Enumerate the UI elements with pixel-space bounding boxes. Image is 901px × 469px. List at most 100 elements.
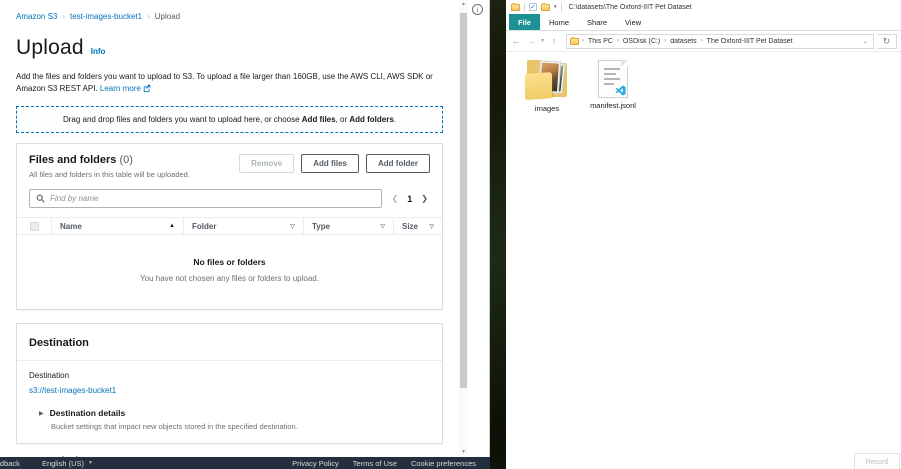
tab-home[interactable]: Home xyxy=(540,14,578,30)
sort-icon[interactable]: ▽ xyxy=(380,223,385,230)
chevron-icon: › xyxy=(701,38,703,44)
up-icon[interactable]: ↑ xyxy=(548,36,560,46)
page-prev-icon[interactable]: ❮ xyxy=(392,194,399,203)
scrollbar-thumb[interactable] xyxy=(460,13,467,388)
tab-view[interactable]: View xyxy=(616,14,650,30)
vscode-icon xyxy=(615,83,626,94)
chevron-icon: › xyxy=(664,38,666,44)
back-icon[interactable]: ← xyxy=(510,36,522,46)
info-icon[interactable]: i xyxy=(472,4,483,15)
expand-triangle-icon: ▶ xyxy=(39,410,44,417)
search-icon xyxy=(36,190,45,208)
chevron-icon: › xyxy=(582,38,584,44)
sort-icon[interactable]: ▽ xyxy=(429,223,434,230)
destination-panel-title: Destination xyxy=(29,337,89,349)
explorer-app-icon xyxy=(511,4,520,11)
learn-more-link[interactable]: Learn more xyxy=(100,84,141,93)
empty-state-title: No files or folders xyxy=(17,257,442,267)
language-selector[interactable]: English (US) ▼ xyxy=(42,459,93,468)
column-header-type[interactable]: Type ▽ xyxy=(303,218,393,234)
browser-scrollbar[interactable]: ▲ ▼ xyxy=(459,0,468,457)
file-item-manifest[interactable]: manifest.jsonl xyxy=(584,58,642,469)
history-caret-icon[interactable]: ▼ xyxy=(540,38,545,44)
table-header: Name ▲ Folder ▽ Type ▽ Size ▽ xyxy=(17,217,442,235)
folder-item-label: images xyxy=(535,104,559,113)
page-next-icon[interactable]: ❯ xyxy=(421,194,428,203)
browser-window-s3: Amazon S3 › test-images-bucket1 › Upload… xyxy=(0,0,490,469)
empty-state: No files or folders You have not chosen … xyxy=(17,235,442,309)
dropzone-text: , or xyxy=(336,115,350,124)
sort-icon[interactable]: ▽ xyxy=(290,223,295,230)
scroll-down-icon[interactable]: ▼ xyxy=(459,448,468,457)
breadcrumb-current: Upload xyxy=(155,12,180,21)
address-segment-osdisk[interactable]: OSDisk (C:) xyxy=(623,38,660,45)
scroll-up-icon[interactable]: ▲ xyxy=(459,0,468,9)
folder-icon xyxy=(525,61,569,101)
select-all-checkbox[interactable] xyxy=(30,222,39,231)
sort-ascending-icon[interactable]: ▲ xyxy=(169,223,175,229)
address-segment-current[interactable]: The Oxford-IIIT Pet Dataset xyxy=(707,38,793,45)
destination-details-toggle[interactable]: ▶ Destination details xyxy=(39,408,430,418)
divider xyxy=(561,3,562,12)
record-button[interactable]: Record xyxy=(854,453,900,469)
jsonl-file-icon xyxy=(598,60,628,98)
add-folder-button[interactable]: Add folder xyxy=(366,154,430,173)
privacy-policy-link[interactable]: Privacy Policy xyxy=(292,459,339,468)
file-explorer-window: ✓ ▾ C:\datasets\The Oxford-IIIT Pet Data… xyxy=(506,0,901,469)
window-title: C:\datasets\The Oxford-IIIT Pet Dataset xyxy=(569,4,692,11)
files-count: (0) xyxy=(119,154,132,166)
folder-item-images[interactable]: images xyxy=(518,58,576,469)
aws-console-footer: Feedback English (US) ▼ Privacy Policy T… xyxy=(0,457,490,469)
column-header-size[interactable]: Size ▽ xyxy=(393,218,442,234)
dropzone-add-folders: Add folders xyxy=(349,115,393,124)
refresh-icon[interactable]: ↻ xyxy=(877,34,897,49)
page-number[interactable]: 1 xyxy=(407,194,412,204)
forward-icon[interactable]: → xyxy=(525,36,537,46)
address-segment-this-pc[interactable]: This PC xyxy=(588,38,613,45)
drag-drop-zone[interactable]: Drag and drop files and folders you want… xyxy=(16,106,443,133)
tab-share[interactable]: Share xyxy=(578,14,616,30)
cookie-preferences-link[interactable]: Cookie preferences xyxy=(411,459,476,468)
column-header-folder[interactable]: Folder ▽ xyxy=(183,218,303,234)
destination-details-expander: ▶ Destination details Bucket settings th… xyxy=(29,408,430,431)
file-item-label: manifest.jsonl xyxy=(590,101,636,110)
external-link-icon xyxy=(143,84,151,96)
breadcrumb-bucket[interactable]: test-images-bucket1 xyxy=(70,12,142,21)
ribbon-tabs: File Home Share View xyxy=(506,14,901,31)
destination-bucket-link[interactable]: s3://test-images-bucket1 xyxy=(29,386,430,395)
address-dropdown-icon[interactable]: ⌄ xyxy=(861,38,870,45)
address-bar[interactable]: › This PC › OSDisk (C:) › datasets › The… xyxy=(566,34,874,49)
breadcrumb-amazon-s3[interactable]: Amazon S3 xyxy=(16,12,57,21)
page-description: Add the files and folders you want to up… xyxy=(16,71,440,95)
breadcrumb: Amazon S3 › test-images-bucket1 › Upload xyxy=(16,12,458,21)
add-files-button[interactable]: Add files xyxy=(301,154,359,173)
breadcrumb-separator-icon: › xyxy=(147,12,150,21)
quick-access-caret-icon[interactable]: ▾ xyxy=(554,4,557,10)
info-link[interactable]: Info xyxy=(91,47,106,56)
pagination: ❮ 1 ❯ xyxy=(392,194,430,204)
column-header-name[interactable]: Name ▲ xyxy=(51,218,183,234)
divider xyxy=(524,3,525,12)
search-box[interactable] xyxy=(29,189,382,208)
remove-button[interactable]: Remove xyxy=(239,154,294,173)
s3-upload-page: Amazon S3 › test-images-bucket1 › Upload… xyxy=(0,0,458,458)
dropzone-text: Drag and drop files and folders you want… xyxy=(63,115,302,124)
files-panel-title: Files and folders (0) xyxy=(29,154,190,166)
properties-icon[interactable]: ✓ xyxy=(529,3,537,11)
tab-file[interactable]: File xyxy=(509,14,540,30)
terms-of-use-link[interactable]: Terms of Use xyxy=(353,459,397,468)
destination-details-title: Destination details xyxy=(50,408,126,418)
new-folder-icon[interactable] xyxy=(541,4,550,11)
empty-state-subtitle: You have not chosen any files or folders… xyxy=(17,274,442,283)
page-title: Upload xyxy=(16,36,84,60)
feedback-link[interactable]: Feedback xyxy=(0,459,20,468)
files-panel-subtitle: All files and folders in this table will… xyxy=(29,170,190,179)
description-text: Add the files and folders you want to up… xyxy=(16,72,433,93)
desktop: Amazon S3 › test-images-bucket1 › Upload… xyxy=(0,0,901,469)
navigation-bar: ← → ▼ ↑ › This PC › OSDisk (C:) › datase… xyxy=(506,31,901,52)
address-segment-datasets[interactable]: datasets xyxy=(670,38,696,45)
search-input[interactable] xyxy=(50,194,375,203)
breadcrumb-separator-icon: › xyxy=(62,12,65,21)
explorer-titlebar[interactable]: ✓ ▾ C:\datasets\The Oxford-IIIT Pet Data… xyxy=(506,0,901,14)
explorer-file-list[interactable]: images manifest.jsonl xyxy=(506,52,901,469)
